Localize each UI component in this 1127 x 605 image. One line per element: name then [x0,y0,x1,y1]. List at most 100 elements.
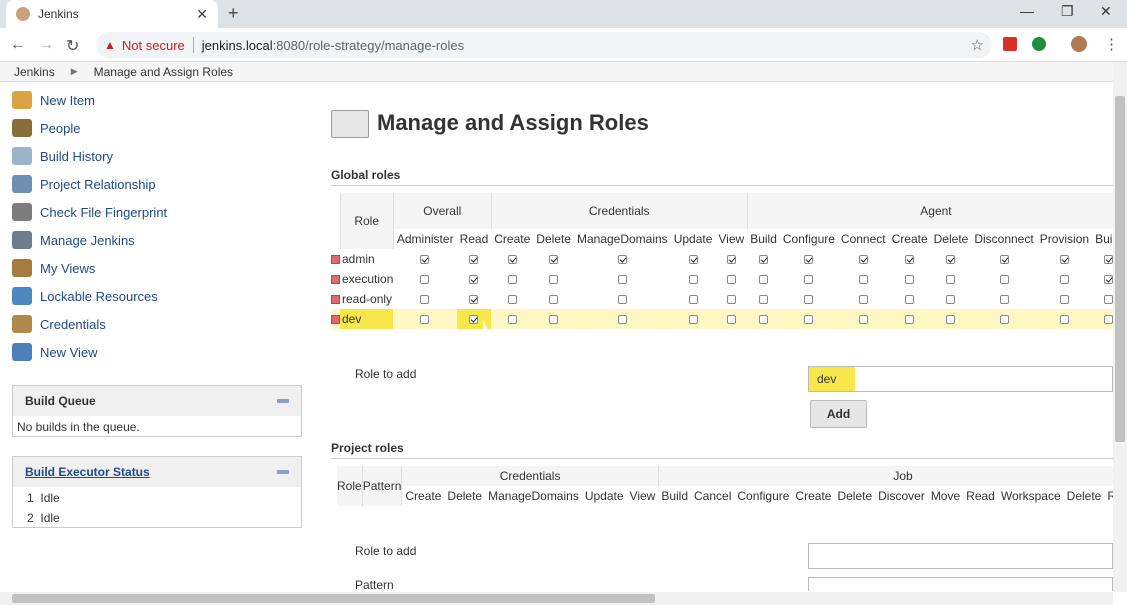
avatar[interactable] [1071,36,1087,52]
permission-checkbox[interactable] [617,315,627,325]
extension-icon[interactable] [1003,37,1017,51]
sidebar-item[interactable]: Credentials [12,310,302,338]
permission-checkbox[interactable] [726,295,736,305]
permission-checkbox[interactable] [1103,295,1113,305]
permission-checkbox[interactable] [507,295,517,305]
permission-checkbox[interactable] [905,315,915,325]
reload-icon[interactable]: ↻ [66,36,79,56]
sidebar-item[interactable]: Manage Jenkins [12,226,302,254]
permission-checkbox[interactable] [688,315,698,325]
executor-title[interactable]: Build Executor Status [25,465,150,479]
browser-tab[interactable]: Jenkins ✕ [6,0,218,28]
permission-checkbox[interactable] [858,295,868,305]
close-window-button[interactable]: ✕ [1100,3,1112,20]
remove-role-icon[interactable] [331,295,340,305]
permission-checkbox[interactable] [946,295,956,305]
permission-checkbox[interactable] [726,255,736,265]
tab-close-icon[interactable]: ✕ [196,6,208,23]
permission-checkbox[interactable] [549,275,559,285]
back-icon[interactable]: ← [10,36,26,54]
sidebar-item[interactable]: Project Relationship [12,170,302,198]
permission-checkbox[interactable] [946,255,956,265]
permission-checkbox[interactable] [688,255,698,265]
collapse-icon[interactable] [277,470,289,474]
permission-checkbox[interactable] [946,315,956,325]
minimize-button[interactable]: — [1020,3,1034,19]
new-tab-button[interactable]: + [228,3,239,24]
permission-checkbox[interactable] [549,315,559,325]
permission-checkbox[interactable] [999,255,1009,265]
permission-checkbox[interactable] [804,275,814,285]
permission-checkbox[interactable] [469,255,479,265]
breadcrumb-current[interactable]: Manage and Assign Roles [94,65,233,79]
extension-icon[interactable] [1032,37,1046,51]
maximize-button[interactable]: ❐ [1061,3,1074,20]
permission-checkbox[interactable] [858,275,868,285]
permission-checkbox[interactable] [469,295,479,305]
vertical-scrollbar[interactable] [1113,62,1127,592]
permission-checkbox[interactable] [1059,315,1069,325]
permission-checkbox[interactable] [759,315,769,325]
role-to-add-input[interactable]: dev [808,366,1113,392]
permission-checkbox[interactable] [617,275,627,285]
permission-checkbox[interactable] [905,275,915,285]
scrollbar-thumb[interactable] [1115,96,1125,442]
permission-checkbox[interactable] [804,315,814,325]
menu-icon[interactable]: ⋮ [1104,35,1119,53]
build-queue-title[interactable]: Build Queue [25,394,96,408]
address-bar[interactable]: ▲ Not secure jenkins.local:8080/role-str… [96,32,992,58]
scrollbar-thumb[interactable] [12,594,655,603]
permission-checkbox[interactable] [905,295,915,305]
sidebar-item[interactable]: New View [12,338,302,366]
sidebar-item[interactable]: Check File Fingerprint [12,198,302,226]
sidebar-item[interactable]: People [12,114,302,142]
permission-checkbox[interactable] [469,315,479,325]
permission-checkbox[interactable] [804,295,814,305]
sidebar-item[interactable]: New Item [12,86,302,114]
permission-checkbox[interactable] [804,255,814,265]
permission-checkbox[interactable] [549,255,559,265]
remove-role-icon[interactable] [331,255,340,265]
permission-checkbox[interactable] [858,255,868,265]
pattern-input[interactable] [808,577,1113,591]
permission-checkbox[interactable] [999,295,1009,305]
permission-checkbox[interactable] [507,275,517,285]
permission-checkbox[interactable] [420,275,430,285]
permission-checkbox[interactable] [420,315,430,325]
permission-checkbox[interactable] [1103,255,1113,265]
remove-role-icon[interactable] [331,315,340,325]
permission-checkbox[interactable] [905,255,915,265]
permission-checkbox[interactable] [759,275,769,285]
permission-checkbox[interactable] [1103,315,1113,325]
sidebar-item[interactable]: My Views [12,254,302,282]
sidebar-item[interactable]: Lockable Resources [12,282,302,310]
permission-checkbox[interactable] [420,295,430,305]
horizontal-scrollbar[interactable] [0,592,1113,605]
permission-checkbox[interactable] [759,255,769,265]
collapse-icon[interactable] [277,399,289,403]
project-role-input[interactable] [808,543,1113,569]
permission-checkbox[interactable] [1059,275,1069,285]
permission-checkbox[interactable] [726,315,736,325]
permission-checkbox[interactable] [759,295,769,305]
permission-checkbox[interactable] [617,295,627,305]
permission-checkbox[interactable] [726,275,736,285]
remove-role-icon[interactable] [331,275,340,285]
permission-checkbox[interactable] [420,255,430,265]
permission-checkbox[interactable] [999,275,1009,285]
permission-checkbox[interactable] [507,255,517,265]
add-role-button[interactable]: Add [810,400,867,428]
permission-checkbox[interactable] [688,275,698,285]
permission-checkbox[interactable] [688,295,698,305]
permission-checkbox[interactable] [507,315,517,325]
permission-checkbox[interactable] [1059,295,1069,305]
permission-checkbox[interactable] [858,315,868,325]
sidebar-item[interactable]: Build History [12,142,302,170]
permission-checkbox[interactable] [617,255,627,265]
permission-checkbox[interactable] [1103,275,1113,285]
permission-checkbox[interactable] [1059,255,1069,265]
permission-checkbox[interactable] [549,295,559,305]
forward-icon[interactable]: → [38,36,54,54]
permission-checkbox[interactable] [999,315,1009,325]
breadcrumb-jenkins[interactable]: Jenkins [14,65,55,79]
